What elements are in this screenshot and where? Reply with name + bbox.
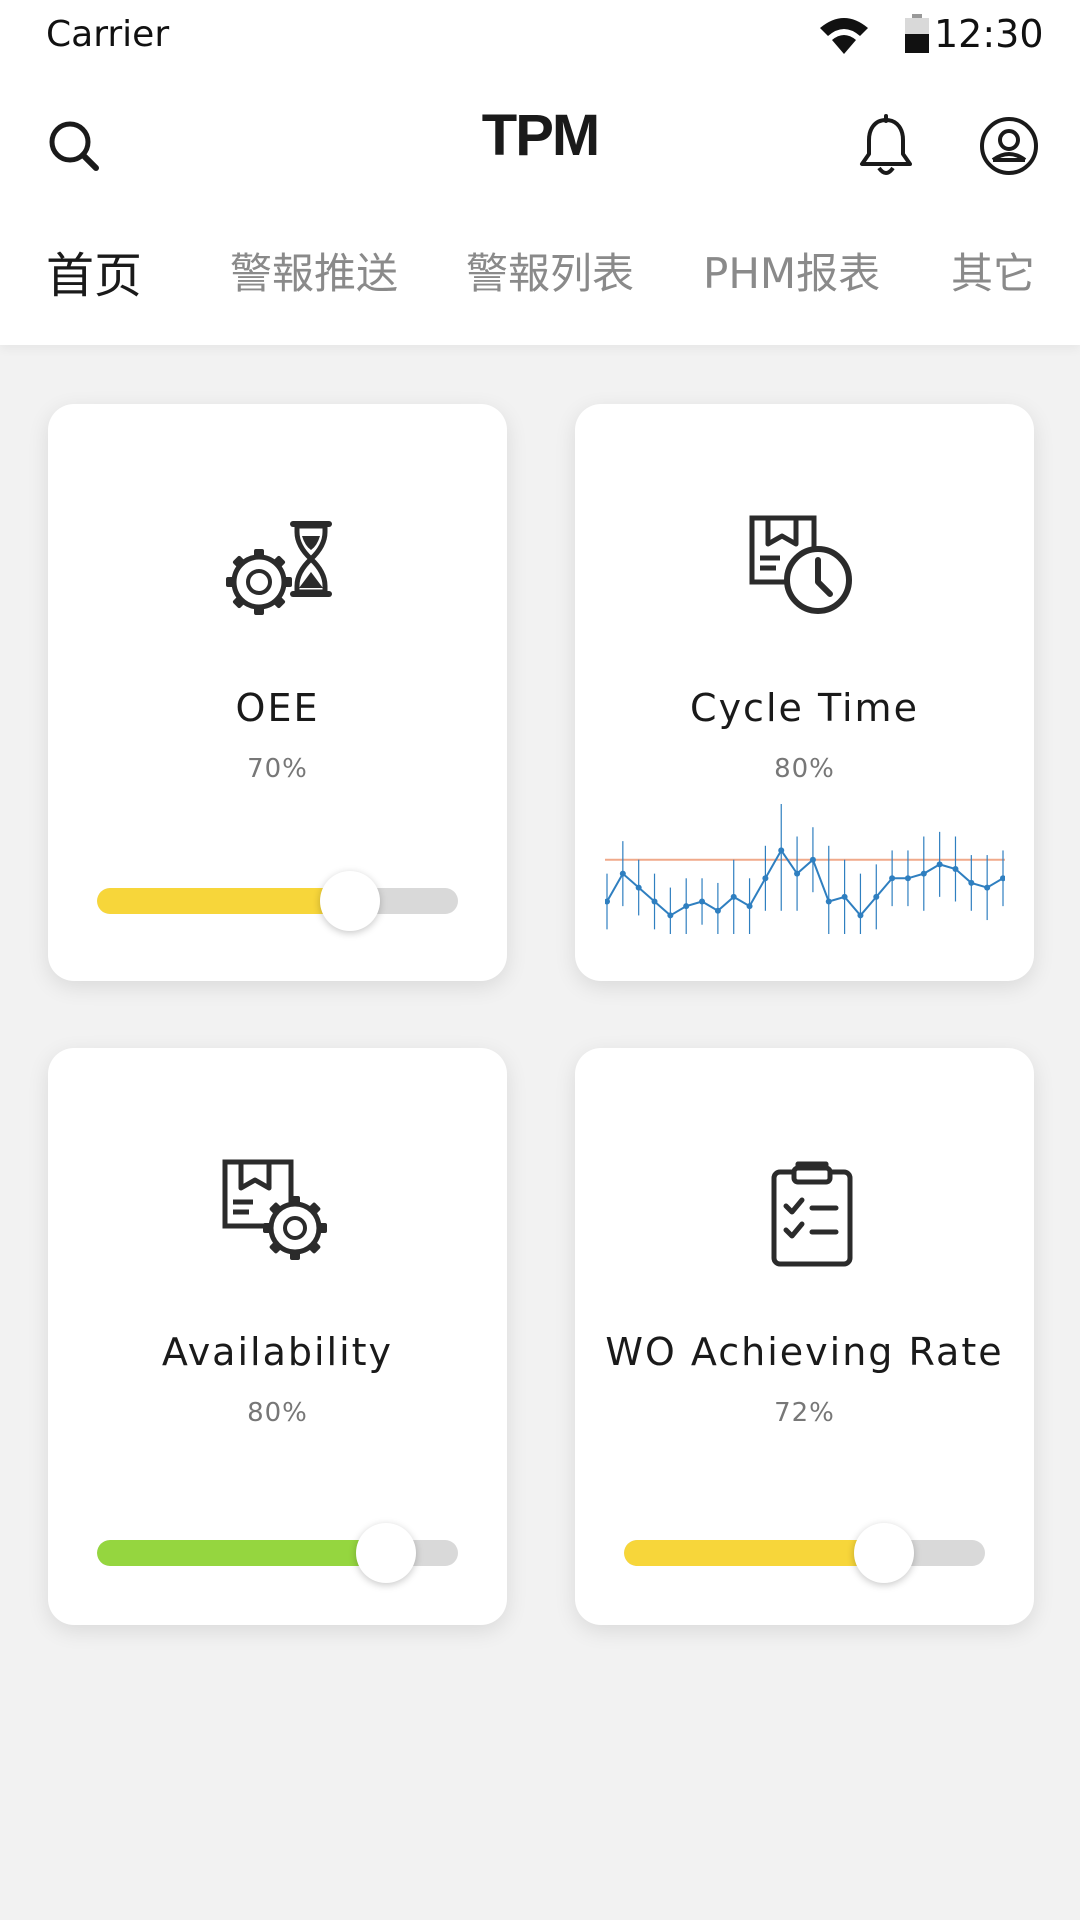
data-point: [952, 866, 959, 872]
slider-thumb[interactable]: [853, 1523, 914, 1583]
clock: 12:30: [934, 12, 1044, 56]
tab-home[interactable]: 首页: [46, 236, 142, 306]
cycle-time-sparkline: [605, 804, 1005, 934]
availability-slider[interactable]: [97, 1520, 458, 1583]
cycle-time-card[interactable]: Cycle Time 80%: [575, 404, 1034, 981]
tab-phm-report[interactable]: PHM报表: [703, 240, 880, 301]
data-point: [968, 879, 975, 886]
data-point: [794, 870, 801, 877]
header: Carrier 12:30 TPM 首页 警報推送 警報列表 PHM报表 其它: [0, 0, 1080, 345]
card-value: 72%: [774, 1398, 835, 1428]
data-point: [699, 898, 706, 905]
card-value: 70%: [247, 754, 308, 784]
data-point: [984, 884, 991, 891]
data-point: [746, 903, 753, 910]
data-point: [857, 912, 864, 919]
data-point: [667, 912, 674, 919]
card-value: 80%: [774, 754, 835, 784]
battery-icon: [905, 14, 929, 53]
slider-track: [624, 1540, 985, 1566]
data-point: [873, 893, 880, 900]
tab-alarm-push[interactable]: 警報推送: [230, 240, 398, 301]
data-point: [889, 875, 896, 882]
document-gear-icon: [222, 1159, 327, 1260]
data-point: [730, 893, 737, 900]
data-point: [825, 898, 832, 905]
slider-track: [97, 888, 458, 914]
data-point: [809, 856, 816, 863]
card-title: Availability: [161, 1330, 394, 1374]
profile-button[interactable]: [975, 112, 1043, 180]
oee-slider[interactable]: [97, 868, 458, 931]
data-point: [651, 898, 658, 905]
card-title: Cycle Time: [690, 686, 919, 730]
data-point: [762, 875, 769, 882]
card-title: WO Achieving Rate: [605, 1330, 1004, 1374]
data-point: [920, 870, 927, 877]
availability-card[interactable]: Availability 80%: [48, 1048, 507, 1625]
data-point: [778, 847, 785, 854]
data-point: [683, 903, 690, 910]
wifi-icon: [820, 18, 868, 54]
clipboard-checklist-icon: [771, 1161, 853, 1267]
notifications-button[interactable]: [852, 112, 920, 180]
wo-achieving-rate-slider[interactable]: [624, 1520, 985, 1583]
tab-other[interactable]: 其它: [951, 240, 1035, 301]
slider-thumb[interactable]: [319, 871, 380, 931]
carrier-label: Carrier: [46, 14, 170, 55]
slider-fill: [97, 888, 350, 914]
slider-fill: [97, 1540, 386, 1566]
tab-bar: 首页 警報推送 警報列表 PHM报表 其它: [0, 240, 1080, 320]
card-value: 80%: [247, 1398, 308, 1428]
status-bar: Carrier 12:30: [0, 0, 1080, 70]
data-point: [619, 870, 626, 877]
app-bar: TPM: [0, 90, 1080, 195]
card-title: OEE: [235, 686, 320, 730]
oee-card[interactable]: OEE 70%: [48, 404, 507, 981]
tab-alarm-list[interactable]: 警報列表: [466, 240, 634, 301]
slider-fill: [624, 1540, 884, 1566]
gear-hourglass-icon: [226, 521, 332, 615]
data-point: [904, 875, 911, 882]
slider-thumb[interactable]: [355, 1523, 416, 1583]
data-point: [841, 893, 848, 900]
user-icon: [980, 117, 1038, 175]
data-point: [714, 907, 721, 914]
bell-icon: [860, 114, 912, 175]
data-point: [635, 884, 642, 891]
wo-achieving-rate-card[interactable]: WO Achieving Rate 72%: [575, 1048, 1034, 1625]
document-clock-icon: [749, 515, 852, 614]
data-point: [936, 861, 943, 868]
